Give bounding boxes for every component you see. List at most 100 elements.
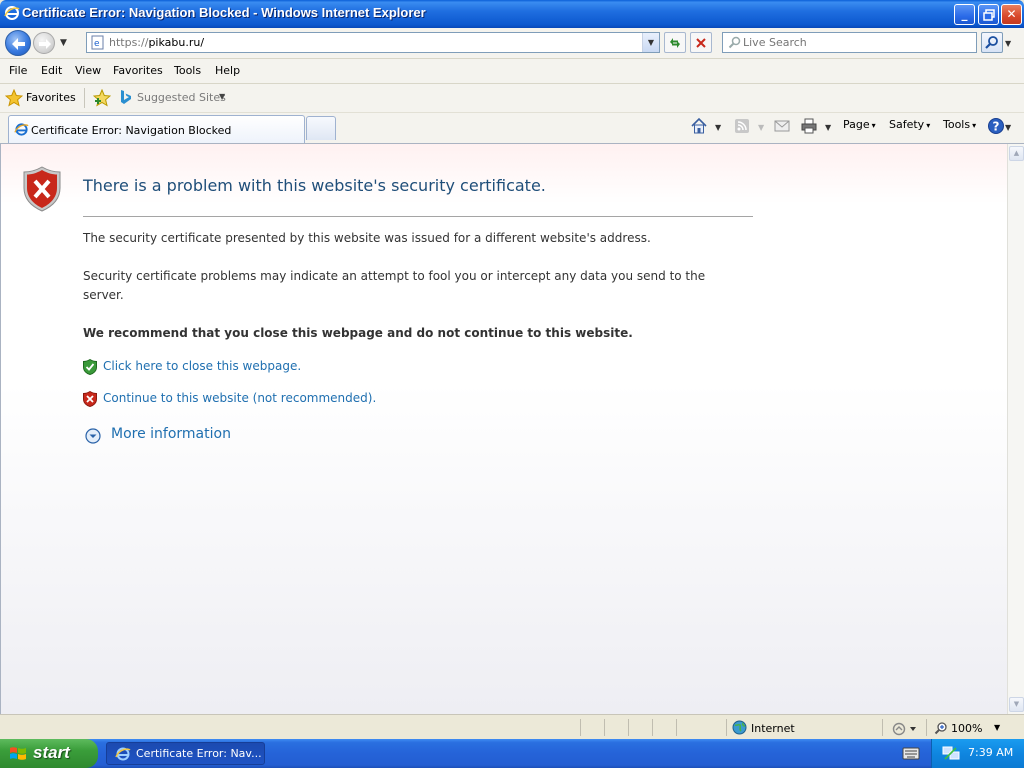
recommendation-text: We recommend that you close this webpage…: [83, 326, 633, 340]
windows-taskbar: start Certificate Error: Nav... 7:39 AM: [0, 739, 1024, 768]
windows-flag-icon: [10, 747, 26, 760]
history-dropdown-icon[interactable]: ▼: [60, 38, 67, 48]
back-arrow-icon: [12, 38, 25, 50]
address-bar[interactable]: e https://pikabu.ru/ ▼: [86, 32, 660, 53]
home-icon[interactable]: [690, 117, 708, 135]
tools-menu-button[interactable]: Tools ▾: [943, 118, 976, 138]
more-information-label[interactable]: More information: [111, 426, 231, 442]
favorites-label: Favorites: [26, 91, 76, 104]
safety-menu-button[interactable]: Safety ▾: [889, 118, 930, 138]
ie-icon: [4, 6, 20, 20]
zoom-icon: [934, 722, 947, 735]
window-title: Certificate Error: Navigation Blocked - …: [22, 5, 426, 20]
chevron-down-icon: ▼: [994, 723, 1001, 732]
page-title: There is a problem with this website's s…: [83, 176, 546, 195]
navigation-bar: ▼ e https://pikabu.ru/ ▼ ▼: [0, 28, 1024, 59]
status-divider: [580, 719, 581, 736]
back-button[interactable]: [5, 30, 31, 56]
ie-icon: [14, 123, 29, 136]
scroll-down-button[interactable]: ▼: [1009, 697, 1024, 712]
refresh-icon: [670, 38, 680, 48]
scroll-up-button[interactable]: ▲: [1009, 146, 1024, 161]
warning-text: Security certificate problems may indica…: [83, 269, 706, 302]
maximize-button[interactable]: [978, 4, 999, 25]
start-button[interactable]: start: [0, 739, 98, 768]
vertical-scrollbar[interactable]: ▲ ▼: [1007, 144, 1024, 714]
status-divider: [676, 719, 677, 736]
star-icon: [5, 89, 23, 107]
stop-icon: [696, 38, 706, 48]
print-dropdown-icon[interactable]: ▼: [825, 123, 831, 132]
zoom-level: 100%: [951, 722, 983, 735]
bing-icon: [121, 90, 131, 104]
zone-label: Internet: [751, 722, 795, 735]
forward-button[interactable]: [33, 32, 55, 54]
taskbar-item-ie[interactable]: Certificate Error: Nav...: [106, 742, 265, 765]
search-button[interactable]: [981, 32, 1003, 53]
feeds-dropdown-icon: ▼: [758, 123, 765, 132]
menu-favorites[interactable]: Favorites: [113, 64, 163, 77]
search-box[interactable]: [722, 32, 977, 53]
print-icon[interactable]: [800, 117, 818, 135]
menu-edit[interactable]: Edit: [41, 64, 62, 77]
network-icon[interactable]: [942, 745, 960, 761]
search-icon: [728, 36, 741, 49]
home-dropdown-icon[interactable]: ▼: [715, 123, 721, 132]
tab-bar: Certificate Error: Navigation Blocked ▼ …: [0, 113, 1024, 144]
start-label: start: [33, 743, 70, 762]
status-divider: [604, 719, 605, 736]
svg-text:?: ?: [993, 120, 1000, 134]
window-titlebar[interactable]: Certificate Error: Navigation Blocked - …: [0, 0, 1024, 28]
status-divider: [652, 719, 653, 736]
menu-view[interactable]: View: [75, 64, 101, 77]
status-divider: [726, 719, 727, 736]
favorites-bar: Favorites Suggested Sites ▼: [0, 84, 1024, 113]
close-button[interactable]: ✕: [1001, 4, 1022, 25]
magnifier-icon: [985, 36, 998, 49]
divider: [84, 88, 85, 108]
tab-certificate-error[interactable]: Certificate Error: Navigation Blocked: [8, 115, 305, 143]
page-menu-button[interactable]: Page ▾: [843, 118, 876, 138]
chevron-down-icon: ▼: [219, 92, 226, 101]
address-dropdown-button[interactable]: ▼: [642, 33, 659, 52]
status-divider: [628, 719, 629, 736]
protected-mode-icon[interactable]: [891, 721, 919, 737]
green-shield-icon: [83, 359, 97, 375]
close-webpage-link[interactable]: Click here to close this webpage.: [103, 359, 301, 373]
continue-to-website-link[interactable]: Continue to this website (not recommende…: [103, 391, 376, 405]
ie-icon: [115, 747, 131, 761]
add-to-favorites-button[interactable]: [92, 88, 112, 107]
keyboard-icon[interactable]: [902, 747, 920, 760]
taskbar-item-label: Certificate Error: Nav...: [136, 747, 262, 760]
tab-label: Certificate Error: Navigation Blocked: [31, 124, 232, 137]
clock: 7:39 AM: [968, 746, 1014, 759]
search-input[interactable]: [743, 35, 968, 50]
menu-help[interactable]: Help: [215, 64, 240, 77]
status-divider: [926, 719, 927, 736]
search-options-dropdown-icon[interactable]: ▼: [1005, 39, 1011, 48]
page-content: There is a problem with this website's s…: [0, 144, 1007, 714]
header-band: [1, 144, 1007, 204]
help-dropdown-icon[interactable]: ▼: [1005, 123, 1011, 132]
forward-arrow-icon: [39, 39, 51, 49]
minimize-button[interactable]: _: [954, 4, 975, 25]
divider: [83, 216, 753, 217]
new-tab-button[interactable]: [306, 116, 336, 140]
page-icon: e: [91, 35, 104, 50]
menu-tools[interactable]: Tools: [174, 64, 201, 77]
menu-file[interactable]: File: [9, 64, 27, 77]
menu-bar: File Edit View Favorites Tools Help: [0, 59, 1024, 84]
globe-icon: [732, 720, 747, 735]
status-bar: Internet 100% ▼: [0, 714, 1024, 739]
stop-button[interactable]: [690, 32, 712, 53]
refresh-button[interactable]: [664, 32, 686, 53]
restore-icon: [982, 9, 995, 21]
address-url: https://pikabu.ru/: [109, 36, 205, 49]
error-shield-icon: [23, 166, 61, 212]
system-tray: 7:39 AM: [931, 739, 1024, 768]
add-favorite-icon: [92, 88, 112, 107]
mail-icon[interactable]: [773, 117, 791, 135]
help-icon[interactable]: ?: [987, 117, 1005, 135]
feeds-icon[interactable]: [733, 117, 751, 135]
svg-text:e: e: [94, 39, 100, 49]
